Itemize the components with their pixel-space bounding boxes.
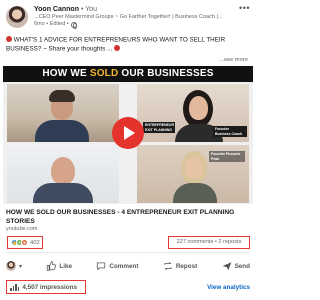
impressions-summary[interactable]: 4,507 impressions: [6, 280, 86, 294]
red-circle-icon: [6, 36, 12, 42]
comments-reposts-count[interactable]: 227 comments • 2 reposts: [168, 236, 250, 249]
love-reaction-icon: ♥: [21, 239, 28, 246]
send-label: Send: [234, 262, 250, 270]
video-title-part: HOW WE: [42, 68, 90, 79]
author-headline: ...CEO Peer Mastermind Groups ~ Go Farth…: [34, 14, 223, 20]
video-thumbnail[interactable]: HOW WE SOLD OUR BUSINESSES ENTREPRENEUR …: [3, 66, 253, 204]
globe-icon: [70, 21, 77, 29]
like-label: Like: [59, 262, 73, 270]
more-options-icon[interactable]: •••: [239, 3, 250, 13]
send-button[interactable]: Send: [222, 261, 250, 271]
link-domain: youtube.com: [6, 226, 38, 232]
thumbs-up-icon: [47, 261, 57, 271]
post-meta: 6mo • Edited •: [34, 21, 77, 29]
author-name[interactable]: Yoon Cannon: [34, 6, 79, 13]
link-title[interactable]: HOW WE SOLD OUR BUSINESSES - 4 ENTREPREN…: [6, 209, 250, 226]
video-participant-tile: Founder Pinnacle Peak: [137, 145, 249, 203]
play-button-icon[interactable]: [112, 117, 144, 149]
video-lower-third: ENTREPRENEUR EXIT PLANNING: [143, 122, 175, 133]
red-circle-icon: [113, 44, 120, 51]
video-lower-third: Founder Business Coach: [213, 126, 247, 137]
post-header: Yoon Cannon • You ...CEO Peer Mastermind…: [6, 3, 250, 35]
author-avatar[interactable]: [6, 6, 28, 28]
post-time: 6mo • Edited •: [34, 21, 69, 27]
video-participant-tile: [7, 84, 119, 142]
repost-button[interactable]: Repost: [163, 261, 197, 271]
repost-icon: [164, 261, 172, 271]
view-analytics-link[interactable]: View analytics: [207, 284, 250, 291]
repost-label: Repost: [175, 262, 198, 270]
send-icon: [222, 262, 231, 271]
reaction-count: 402: [30, 239, 40, 246]
see-more-link[interactable]: ...see more: [219, 57, 248, 63]
like-button[interactable]: Like: [46, 261, 72, 271]
comment-button[interactable]: Comment: [96, 261, 138, 271]
author-line: Yoon Cannon • You: [34, 5, 97, 14]
connection-degree: • You: [80, 6, 98, 13]
video-title-highlight: SOLD: [89, 68, 119, 79]
divider: [6, 252, 250, 253]
comment-icon: [97, 262, 106, 271]
chevron-down-icon: ▾: [19, 263, 23, 270]
user-avatar: [6, 261, 16, 271]
reaction-as-selector[interactable]: ▾: [6, 261, 22, 271]
bar-chart-icon: [10, 283, 20, 291]
video-lower-third: Founder Pinnacle Peak: [209, 151, 245, 162]
video-participant-tile: ENTREPRENEUR EXIT PLANNING Founder Busin…: [137, 84, 249, 142]
action-bar: ▾ Like Comment Repost Send: [6, 256, 250, 276]
social-counts: 👍 ✦ ♥ 402 227 comments • 2 reposts: [6, 236, 250, 249]
video-participant-tile: [7, 145, 119, 203]
post-text: WHAT'S 1 ADVICE FOR ENTREPRENEURS WHO WA…: [6, 36, 250, 53]
video-title-banner: HOW WE SOLD OUR BUSINESSES: [3, 66, 253, 82]
impressions-count: 4,507 impressions: [22, 283, 77, 291]
comment-label: Comment: [109, 262, 139, 270]
reactions-summary[interactable]: 👍 ✦ ♥ 402: [7, 236, 43, 249]
video-title-part: OUR BUSINESSES: [118, 68, 214, 79]
